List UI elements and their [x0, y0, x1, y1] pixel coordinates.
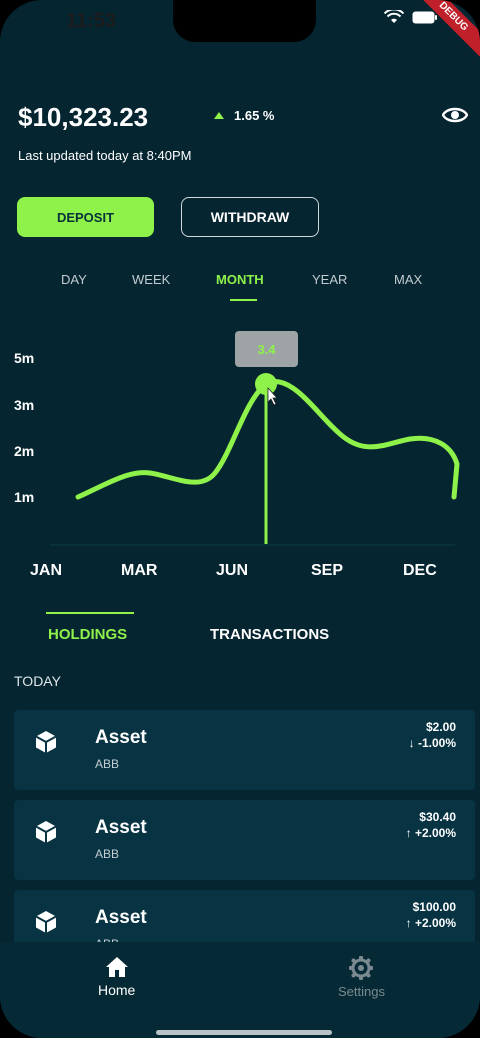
balance-amount: $10,323.23: [18, 102, 149, 132]
asset-price: $30.40: [419, 810, 456, 824]
battery-icon: [412, 11, 437, 23]
status-time: 11:53: [66, 10, 117, 32]
change-percent: 1.65 %: [234, 108, 275, 123]
asset-change-value: +2.00%: [414, 826, 456, 840]
status-icons: [384, 10, 438, 24]
x-tick-label: SEP: [311, 562, 344, 579]
nav-settings[interactable]: Settings: [338, 956, 385, 999]
nav-settings-label: Settings: [338, 984, 385, 999]
tab-holdings[interactable]: HOLDINGS: [48, 626, 127, 643]
asset-name: Asset: [95, 727, 147, 748]
chart-tooltip: 3.4: [235, 331, 298, 367]
selected-point: [255, 373, 277, 395]
list-item[interactable]: Asset ABB $2.00 ↓ -1.00%: [14, 710, 475, 790]
x-tick-label: JUN: [216, 562, 249, 579]
asset-price: $100.00: [412, 900, 456, 914]
asset-name: Asset: [95, 817, 147, 838]
active-tab-indicator: [230, 299, 257, 301]
asset-ticker: ABB: [95, 757, 120, 771]
holdings-tab-indicator: [46, 612, 134, 614]
nav-home[interactable]: Home: [98, 956, 135, 998]
tab-max[interactable]: MAX: [394, 272, 422, 287]
wifi-icon: [384, 10, 404, 23]
last-updated-text: Last updated today at 8:40PM: [18, 148, 192, 163]
cube-icon: [35, 731, 57, 753]
arrow-up-icon: ↑: [405, 826, 415, 840]
asset-ticker: ABB: [95, 847, 120, 861]
status-bar: 11:53 DEBUG: [0, 0, 480, 63]
arrow-down-icon: ↓: [408, 736, 418, 750]
notch: [173, 0, 316, 42]
asset-change: ↑ +2.00%: [406, 826, 456, 840]
tab-transactions[interactable]: TRANSACTIONS: [210, 626, 329, 643]
arrow-up-icon: [214, 112, 224, 119]
tab-week[interactable]: WEEK: [132, 272, 170, 287]
list-heading: TODAY: [14, 673, 61, 689]
balance-change: 1.65 %: [214, 108, 274, 123]
cube-icon: [35, 821, 57, 843]
tab-year[interactable]: YEAR: [312, 272, 347, 287]
asset-name: Asset: [95, 907, 147, 928]
x-tick-label: MAR: [121, 562, 158, 579]
cube-icon: [35, 911, 57, 933]
x-tick-label: DEC: [403, 562, 437, 579]
asset-change-value: -1.00%: [417, 736, 456, 750]
phone-screen: 11:53 DEBUG $10,323.23 1.65 % Last updat…: [0, 0, 480, 1038]
arrow-up-icon: ↑: [405, 916, 415, 930]
asset-change: ↓ -1.00%: [409, 736, 456, 750]
nav-home-label: Home: [98, 982, 136, 998]
list-item[interactable]: Asset ABB $30.40 ↑ +2.00%: [14, 800, 475, 880]
asset-price: $2.00: [425, 720, 456, 734]
x-tick-label: JAN: [30, 562, 63, 579]
home-indicator: [156, 1030, 332, 1035]
tab-month[interactable]: MONTH: [216, 272, 264, 287]
asset-change: ↑ +2.00%: [406, 916, 456, 930]
tab-day[interactable]: DAY: [61, 272, 87, 287]
bottom-navigation: Home Settings: [0, 942, 480, 1038]
gear-icon: [349, 956, 374, 980]
asset-change-value: +2.00%: [414, 916, 456, 930]
home-icon: [105, 957, 128, 977]
deposit-button[interactable]: DEPOSIT: [17, 197, 154, 237]
withdraw-button[interactable]: WITHDRAW: [181, 197, 319, 237]
eye-icon[interactable]: [442, 104, 468, 126]
